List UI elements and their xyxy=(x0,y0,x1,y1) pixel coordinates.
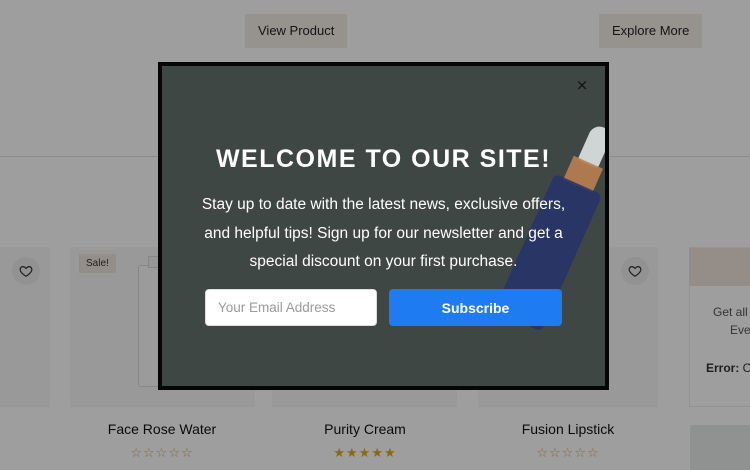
email-input[interactable] xyxy=(205,289,377,326)
newsletter-modal: × WELCOME TO OUR SITE! Stay up to date w… xyxy=(158,62,609,390)
modal-title: WELCOME TO OUR SITE! xyxy=(215,145,552,173)
subscribe-button[interactable]: Subscribe xyxy=(389,289,562,326)
close-icon[interactable]: × xyxy=(573,76,591,94)
modal-description: Stay up to date with the latest news, ex… xyxy=(201,196,566,270)
